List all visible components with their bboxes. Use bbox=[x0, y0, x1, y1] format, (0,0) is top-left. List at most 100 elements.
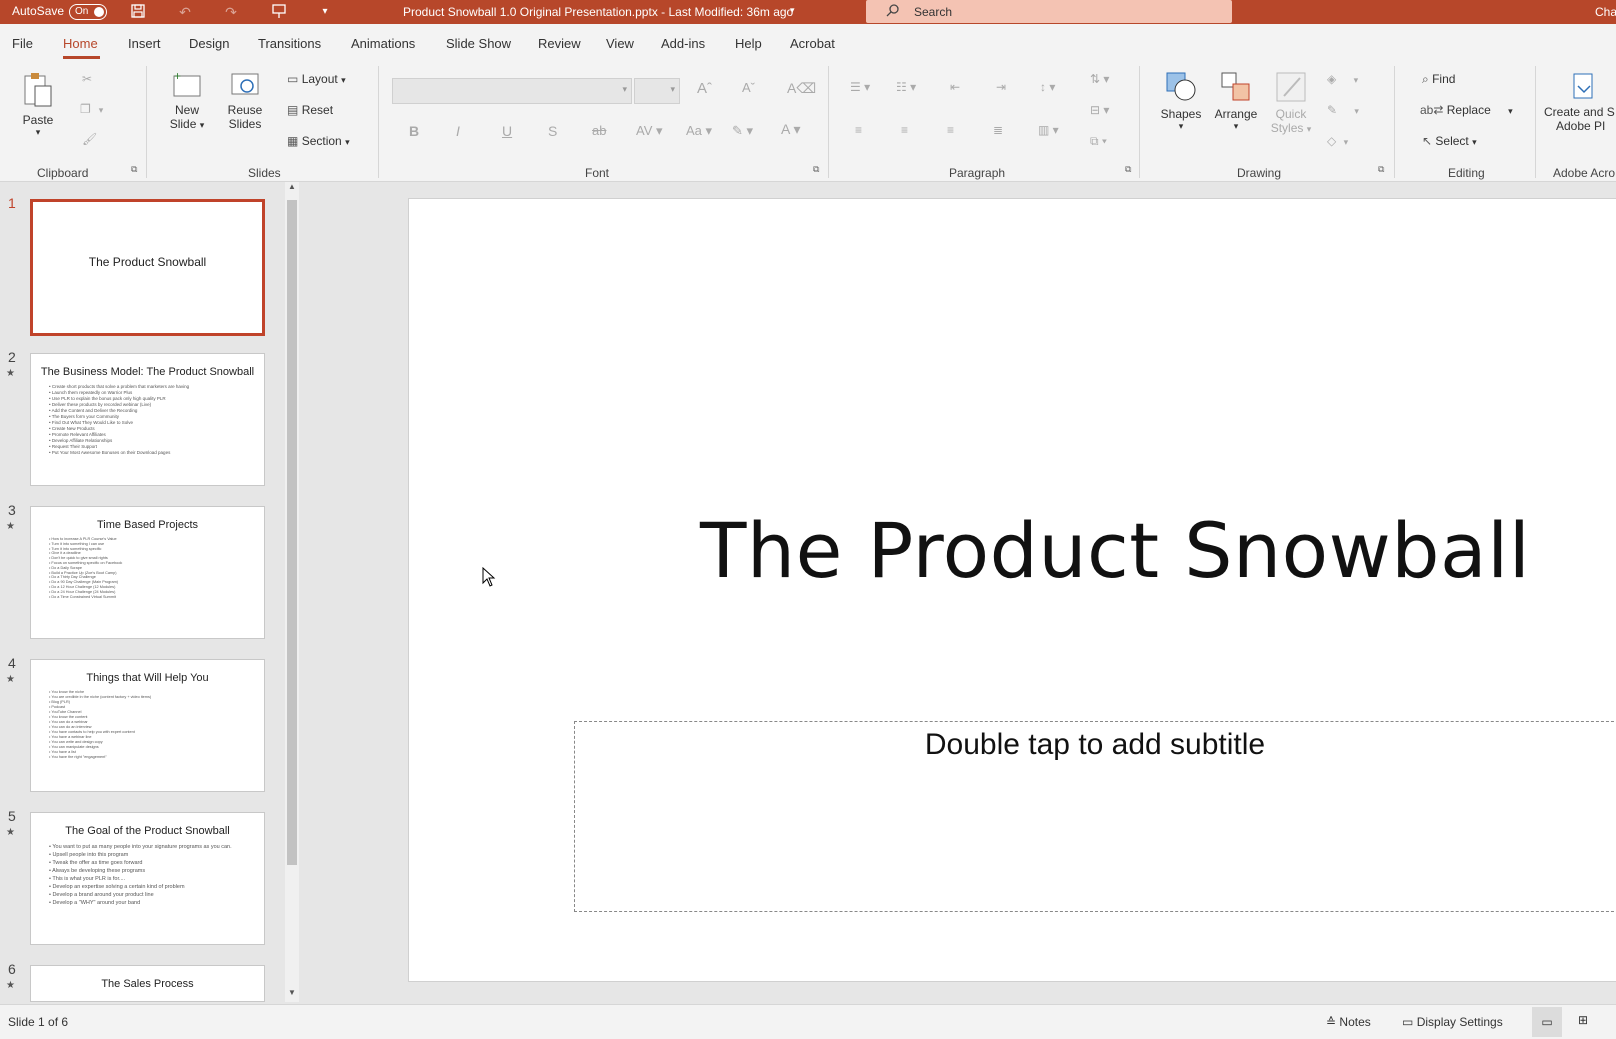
save-icon[interactable] bbox=[129, 3, 147, 21]
strikethrough-icon[interactable]: ab bbox=[592, 123, 606, 138]
smartart-icon[interactable]: ⧉ ▾ bbox=[1090, 134, 1107, 149]
dialog-launcher-icon[interactable]: ⧉ bbox=[1125, 164, 1131, 175]
thumbnail-scrollbar[interactable]: ▲ ▼ bbox=[285, 182, 299, 1002]
cut-icon[interactable]: ✂ bbox=[82, 72, 92, 86]
dialog-launcher-icon[interactable]: ⧉ bbox=[131, 164, 137, 175]
slide-sorter-icon[interactable]: ⊞ bbox=[1578, 1013, 1588, 1027]
dialog-launcher-icon[interactable]: ⧉ bbox=[1378, 164, 1384, 175]
thumbnail-title: The Product Snowball bbox=[88, 255, 207, 269]
tab-acrobat[interactable]: Acrobat bbox=[790, 36, 835, 51]
shrink-font-icon[interactable]: Aˇ bbox=[742, 80, 755, 95]
dialog-launcher-icon[interactable]: ⧉ bbox=[813, 164, 819, 175]
tab-file[interactable]: File bbox=[12, 36, 33, 51]
grow-font-icon[interactable]: Aˆ bbox=[697, 80, 712, 97]
new-slide-button[interactable]: + New Slide ▾ bbox=[164, 69, 210, 131]
quick-styles-button[interactable]: Quick Styles ▾ bbox=[1268, 70, 1314, 135]
shadow-icon[interactable]: S bbox=[548, 123, 557, 139]
slide-thumbnail-3[interactable]: Time Based Projects • How to increase A … bbox=[30, 506, 265, 639]
normal-view-icon[interactable]: ▭ bbox=[1532, 1007, 1562, 1037]
quick-styles-label-2: Styles bbox=[1270, 121, 1304, 135]
tab-review[interactable]: Review bbox=[538, 36, 581, 51]
mouse-cursor-icon bbox=[482, 567, 496, 587]
subtitle-placeholder-box[interactable]: Double tap to add subtitle bbox=[574, 721, 1616, 912]
scroll-down-icon[interactable]: ▼ bbox=[288, 988, 296, 997]
tab-help[interactable]: Help bbox=[735, 36, 762, 51]
notes-icon: ≙ bbox=[1326, 1015, 1337, 1029]
italic-icon[interactable]: I bbox=[456, 123, 460, 139]
toggle-knob bbox=[94, 7, 104, 17]
section-button[interactable]: ▦ Section ▾ bbox=[287, 134, 350, 148]
align-text-icon[interactable]: ⊟ ▾ bbox=[1090, 103, 1109, 117]
layout-button[interactable]: ▭ Layout ▾ bbox=[287, 72, 346, 86]
font-color-icon[interactable]: A ▾ bbox=[781, 121, 800, 138]
user-name[interactable]: Cha bbox=[1595, 5, 1616, 19]
copy-icon[interactable]: ❐ ▾ bbox=[80, 102, 103, 116]
select-button[interactable]: ↖ Select ▾ bbox=[1422, 134, 1477, 148]
slide-thumbnail-2[interactable]: The Business Model: The Product Snowball… bbox=[30, 353, 265, 486]
arrange-button[interactable]: Arrange ▾ bbox=[1213, 70, 1259, 132]
highlight-icon[interactable]: ✎ ▾ bbox=[732, 123, 753, 139]
present-icon[interactable] bbox=[270, 3, 288, 21]
slide-thumbnail-6[interactable]: The Sales Process bbox=[30, 965, 265, 1002]
change-case-icon[interactable]: Aa ▾ bbox=[686, 123, 712, 139]
reuse-slides-button[interactable]: Reuse Slides bbox=[222, 70, 268, 131]
tab-view[interactable]: View bbox=[606, 36, 634, 51]
create-pdf-button[interactable]: Create and S Adobe PI bbox=[1544, 72, 1616, 133]
chevron-down-icon[interactable]: ▾ bbox=[790, 5, 795, 16]
slide-count[interactable]: Slide 1 of 6 bbox=[8, 1015, 68, 1029]
replace-button[interactable]: ab⇄ Replace ▾ bbox=[1420, 103, 1513, 117]
font-name-box[interactable]: ▾ bbox=[392, 78, 632, 104]
create-pdf-label-1: Create and S bbox=[1544, 105, 1615, 119]
tab-slide-show[interactable]: Slide Show bbox=[446, 36, 511, 51]
undo-icon[interactable]: ↶ bbox=[176, 3, 194, 21]
increase-indent-icon[interactable]: ⇥ bbox=[996, 80, 1006, 94]
font-size-box[interactable]: ▾ bbox=[634, 78, 680, 104]
find-button[interactable]: ⌕ Find bbox=[1422, 72, 1455, 87]
shape-fill-icon[interactable]: ◈ ▾ bbox=[1327, 72, 1358, 86]
customize-qat-icon[interactable]: ▾ bbox=[316, 3, 334, 21]
reset-button[interactable]: ▤ Reset bbox=[287, 103, 333, 117]
paste-button[interactable]: Paste ▾ bbox=[18, 70, 58, 138]
redo-icon[interactable]: ↷ bbox=[222, 3, 240, 21]
layout-label: Layout bbox=[301, 72, 338, 86]
columns-icon[interactable]: ▥ ▾ bbox=[1038, 123, 1059, 137]
bold-icon[interactable]: B bbox=[409, 123, 419, 139]
justify-icon[interactable]: ≣ bbox=[993, 123, 1003, 137]
slide-thumbnail-4[interactable]: Things that Will Help You • You know the… bbox=[30, 659, 265, 792]
autosave-toggle[interactable]: On bbox=[69, 4, 107, 20]
tab-design[interactable]: Design bbox=[189, 36, 229, 51]
tab-animations[interactable]: Animations bbox=[351, 36, 415, 51]
line-spacing-icon[interactable]: ↕ ▾ bbox=[1040, 80, 1055, 94]
slide-title[interactable]: The Product Snowball bbox=[700, 506, 1530, 595]
numbering-icon[interactable]: ☷ ▾ bbox=[896, 80, 916, 94]
bullets-icon[interactable]: ☰ ▾ bbox=[850, 80, 870, 94]
display-settings-button[interactable]: ▭ Display Settings bbox=[1402, 1015, 1503, 1029]
animation-star-icon: ★ bbox=[6, 827, 15, 838]
scrollbar-thumb[interactable] bbox=[287, 200, 297, 865]
shapes-button[interactable]: Shapes ▾ bbox=[1159, 70, 1203, 132]
tab-add-ins[interactable]: Add-ins bbox=[661, 36, 705, 51]
document-title[interactable]: Product Snowball 1.0 Original Presentati… bbox=[403, 5, 793, 19]
align-right-icon[interactable]: ≡ bbox=[947, 123, 954, 137]
align-center-icon[interactable]: ≡ bbox=[901, 123, 908, 137]
slide-thumbnail-1[interactable]: The Product Snowball bbox=[30, 199, 265, 336]
slide-thumbnail-pane[interactable]: 1 The Product Snowball 2 ★ The Business … bbox=[0, 182, 296, 1002]
shape-outline-icon[interactable]: ✎ ▾ bbox=[1327, 103, 1359, 117]
slide-number: 3 bbox=[8, 502, 16, 518]
align-left-icon[interactable]: ≡ bbox=[855, 123, 862, 137]
tab-home[interactable]: Home bbox=[63, 36, 98, 51]
format-painter-icon[interactable]: 🖌 bbox=[82, 132, 97, 146]
underline-icon[interactable]: U bbox=[502, 123, 512, 139]
tab-transitions[interactable]: Transitions bbox=[258, 36, 321, 51]
shape-effects-icon[interactable]: ◇ ▾ bbox=[1327, 134, 1348, 148]
text-direction-icon[interactable]: ⇅ ▾ bbox=[1090, 72, 1109, 86]
search-box[interactable]: Search bbox=[866, 0, 1232, 23]
scroll-up-icon[interactable]: ▲ bbox=[288, 182, 296, 191]
notes-button[interactable]: ≙ Notes bbox=[1326, 1015, 1371, 1029]
tab-insert[interactable]: Insert bbox=[128, 36, 161, 51]
slide-thumbnail-5[interactable]: The Goal of the Product Snowball • You w… bbox=[30, 812, 265, 945]
decrease-indent-icon[interactable]: ⇤ bbox=[950, 80, 960, 94]
character-spacing-icon[interactable]: AV ▾ bbox=[636, 123, 663, 139]
clear-formatting-icon[interactable]: A⌫ bbox=[787, 80, 816, 97]
select-cursor-icon: ↖ bbox=[1422, 134, 1433, 148]
